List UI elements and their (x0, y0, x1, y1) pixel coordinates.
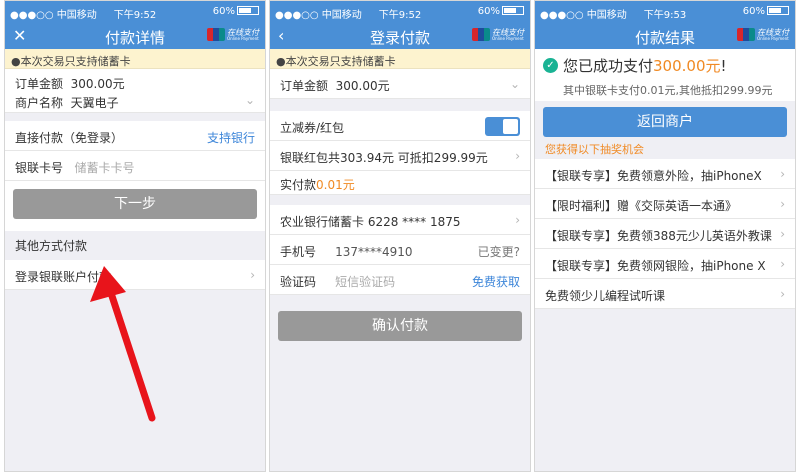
battery-icon (237, 6, 259, 15)
unionpay-logo: 在线支付 Online Payment (207, 28, 259, 41)
battery-percent: 60% (477, 6, 500, 17)
logo-subtext: Online Payment (757, 35, 789, 41)
order-amount: 300.00元 (335, 79, 390, 93)
nav-bar: 付款结果 在线支付 Online Payment (535, 23, 795, 49)
battery-indicator: 60% (743, 6, 789, 17)
status-bar: ●●●○○ 中国移动 下午9:52 60% (270, 1, 530, 23)
phone-value: 137****4910 (335, 245, 413, 259)
success-suffix: ! (720, 56, 727, 75)
order-amount: 300.00元 (70, 77, 125, 91)
merchant-name: 天翼电子 (70, 96, 119, 110)
offer-list: 【银联专享】免费领意外险，抽iPhoneX › 【限时福利】赠《交际英语一本通》 ›… (535, 159, 795, 309)
support-bank-link[interactable]: 支持银行 (207, 129, 255, 146)
bank-card-label: 农业银行储蓄卡 6228 **** 1875 (280, 215, 461, 229)
phone-row: 手机号 137****4910 已变更? (270, 235, 530, 265)
success-prefix: 您已成功支付 (563, 57, 654, 75)
actual-pay-label: 实付款 (280, 178, 317, 192)
redpacket-label: 银联红包共303.94元 可抵扣299.99元 (280, 151, 488, 165)
unionpay-logo: 在线支付 Online Payment (737, 28, 789, 41)
logo-subtext: Online Payment (492, 35, 524, 41)
chevron-right-icon: › (515, 149, 520, 163)
battery-percent: 60% (212, 6, 235, 17)
battery-indicator: 60% (478, 6, 524, 17)
sms-code-input[interactable]: 短信验证码 (335, 275, 395, 289)
unionpay-logo: 在线支付 Online Payment (472, 28, 524, 41)
chevron-down-icon[interactable]: ⌄ (245, 93, 255, 107)
card-number-label: 银联卡号 (15, 161, 64, 175)
phone-label: 手机号 (280, 245, 317, 259)
debit-only-notice: ●本次交易只支持储蓄卡 (5, 49, 265, 69)
get-code-button[interactable]: 免费获取 (472, 273, 520, 290)
confirm-pay-button[interactable]: 确认付款 (278, 311, 522, 341)
other-methods-label: 其他方式付款 (15, 239, 88, 253)
status-bar: ●●●○○ 中国移动 下午9:52 60% (5, 1, 265, 23)
order-amount-label: 订单金额 (280, 79, 329, 93)
card-number-row[interactable]: 银联卡号 储蓄卡卡号 (5, 151, 265, 181)
payment-result-screen: ●●●○○ 中国移动 下午9:53 60% 付款结果 在线支付 Online Pa… (534, 0, 796, 472)
offer-item[interactable]: 【银联专享】免费领388元少儿英语外教课 › (535, 219, 795, 249)
success-detail: 其中银联卡支付0.01元,其他抵扣299.99元 (563, 84, 773, 97)
payment-details-screen: ●●●○○ 中国移动 下午9:52 60% ✕ 付款详情 在线支付 Online … (4, 0, 266, 472)
success-amount: 300.00元 (653, 57, 721, 75)
actual-pay-row: 实付款0.01元 (270, 171, 530, 195)
offer-text: 【限时福利】赠《交际英语一本通》 (545, 199, 738, 213)
offer-text: 【银联专享】免费领388元少儿英语外教课 (545, 229, 772, 243)
chevron-right-icon: › (780, 227, 785, 241)
bank-card-row[interactable]: 农业银行储蓄卡 6228 **** 1875 › (270, 205, 530, 235)
logo-subtext: Online Payment (227, 35, 259, 41)
sms-code-label: 验证码 (280, 275, 317, 289)
chevron-right-icon: › (780, 197, 785, 211)
status-bar: ●●●○○ 中国移动 下午9:53 60% (535, 1, 795, 23)
offer-item[interactable]: 【银联专享】免费领网银险，抽iPhone X › (535, 249, 795, 279)
chevron-down-icon[interactable]: ⌄ (510, 77, 520, 91)
nav-bar: ✕ 付款详情 在线支付 Online Payment (5, 23, 265, 49)
offer-text: 【银联专享】免费领网银险，抽iPhone X (545, 259, 766, 273)
merchant-label: 商户名称 (15, 96, 64, 110)
order-amount-label: 订单金额 (15, 77, 64, 91)
battery-icon (502, 6, 524, 15)
order-summary[interactable]: 订单金额 300.00元 商户名称 天翼电子 ⌄ (5, 69, 265, 113)
offer-text: 免费领少儿编程试听课 (545, 289, 666, 303)
check-icon: ✓ (543, 58, 558, 73)
chevron-right-icon: › (780, 167, 785, 181)
direct-pay-label: 直接付款（免登录） (15, 131, 124, 145)
battery-indicator: 60% (213, 6, 259, 17)
chevron-right-icon: › (250, 268, 255, 282)
offer-item[interactable]: 【限时福利】赠《交际英语一本通》 › (535, 189, 795, 219)
next-button[interactable]: 下一步 (13, 189, 257, 219)
redpacket-row[interactable]: 银联红包共303.94元 可抵扣299.99元 › (270, 141, 530, 171)
login-unionpay-label: 登录银联账户付款 (15, 270, 112, 284)
card-number-input[interactable]: 储蓄卡卡号 (74, 161, 134, 175)
success-panel: ✓ 您已成功支付 300.00元! 其中银联卡支付0.01元,其他抵扣299.99元 (535, 49, 795, 101)
chevron-right-icon: › (780, 257, 785, 271)
phone-changed-link[interactable]: 已变更? (478, 243, 520, 260)
sms-code-row: 验证码 短信验证码 免费获取 (270, 265, 530, 295)
coupon-label: 立减券/红包 (280, 121, 345, 135)
login-unionpay-row[interactable]: 登录银联账户付款 › (5, 260, 265, 290)
coupon-row: 立减券/红包 (270, 111, 530, 141)
battery-percent: 60% (742, 6, 765, 17)
chevron-right-icon: › (515, 213, 520, 227)
direct-pay-row: 直接付款（免登录） 支持银行 (5, 121, 265, 151)
offer-item[interactable]: 【银联专享】免费领意外险，抽iPhoneX › (535, 159, 795, 189)
return-merchant-button[interactable]: 返回商户 (543, 107, 787, 137)
debit-only-notice: ●本次交易只支持储蓄卡 (270, 49, 530, 69)
coupon-toggle[interactable] (485, 117, 520, 136)
lottery-label: 您获得以下抽奖机会 (545, 143, 644, 156)
login-payment-screen: ●●●○○ 中国移动 下午9:52 60% ‹ 登录付款 在线支付 Online … (269, 0, 531, 472)
offer-item[interactable]: 免费领少儿编程试听课 › (535, 279, 795, 309)
chevron-right-icon: › (780, 287, 785, 301)
nav-bar: ‹ 登录付款 在线支付 Online Payment (270, 23, 530, 49)
actual-pay-amount: 0.01元 (316, 178, 355, 192)
battery-icon (767, 6, 789, 15)
offer-text: 【银联专享】免费领意外险，抽iPhoneX (545, 169, 762, 183)
order-amount-row[interactable]: 订单金额 300.00元 ⌄ (270, 69, 530, 99)
